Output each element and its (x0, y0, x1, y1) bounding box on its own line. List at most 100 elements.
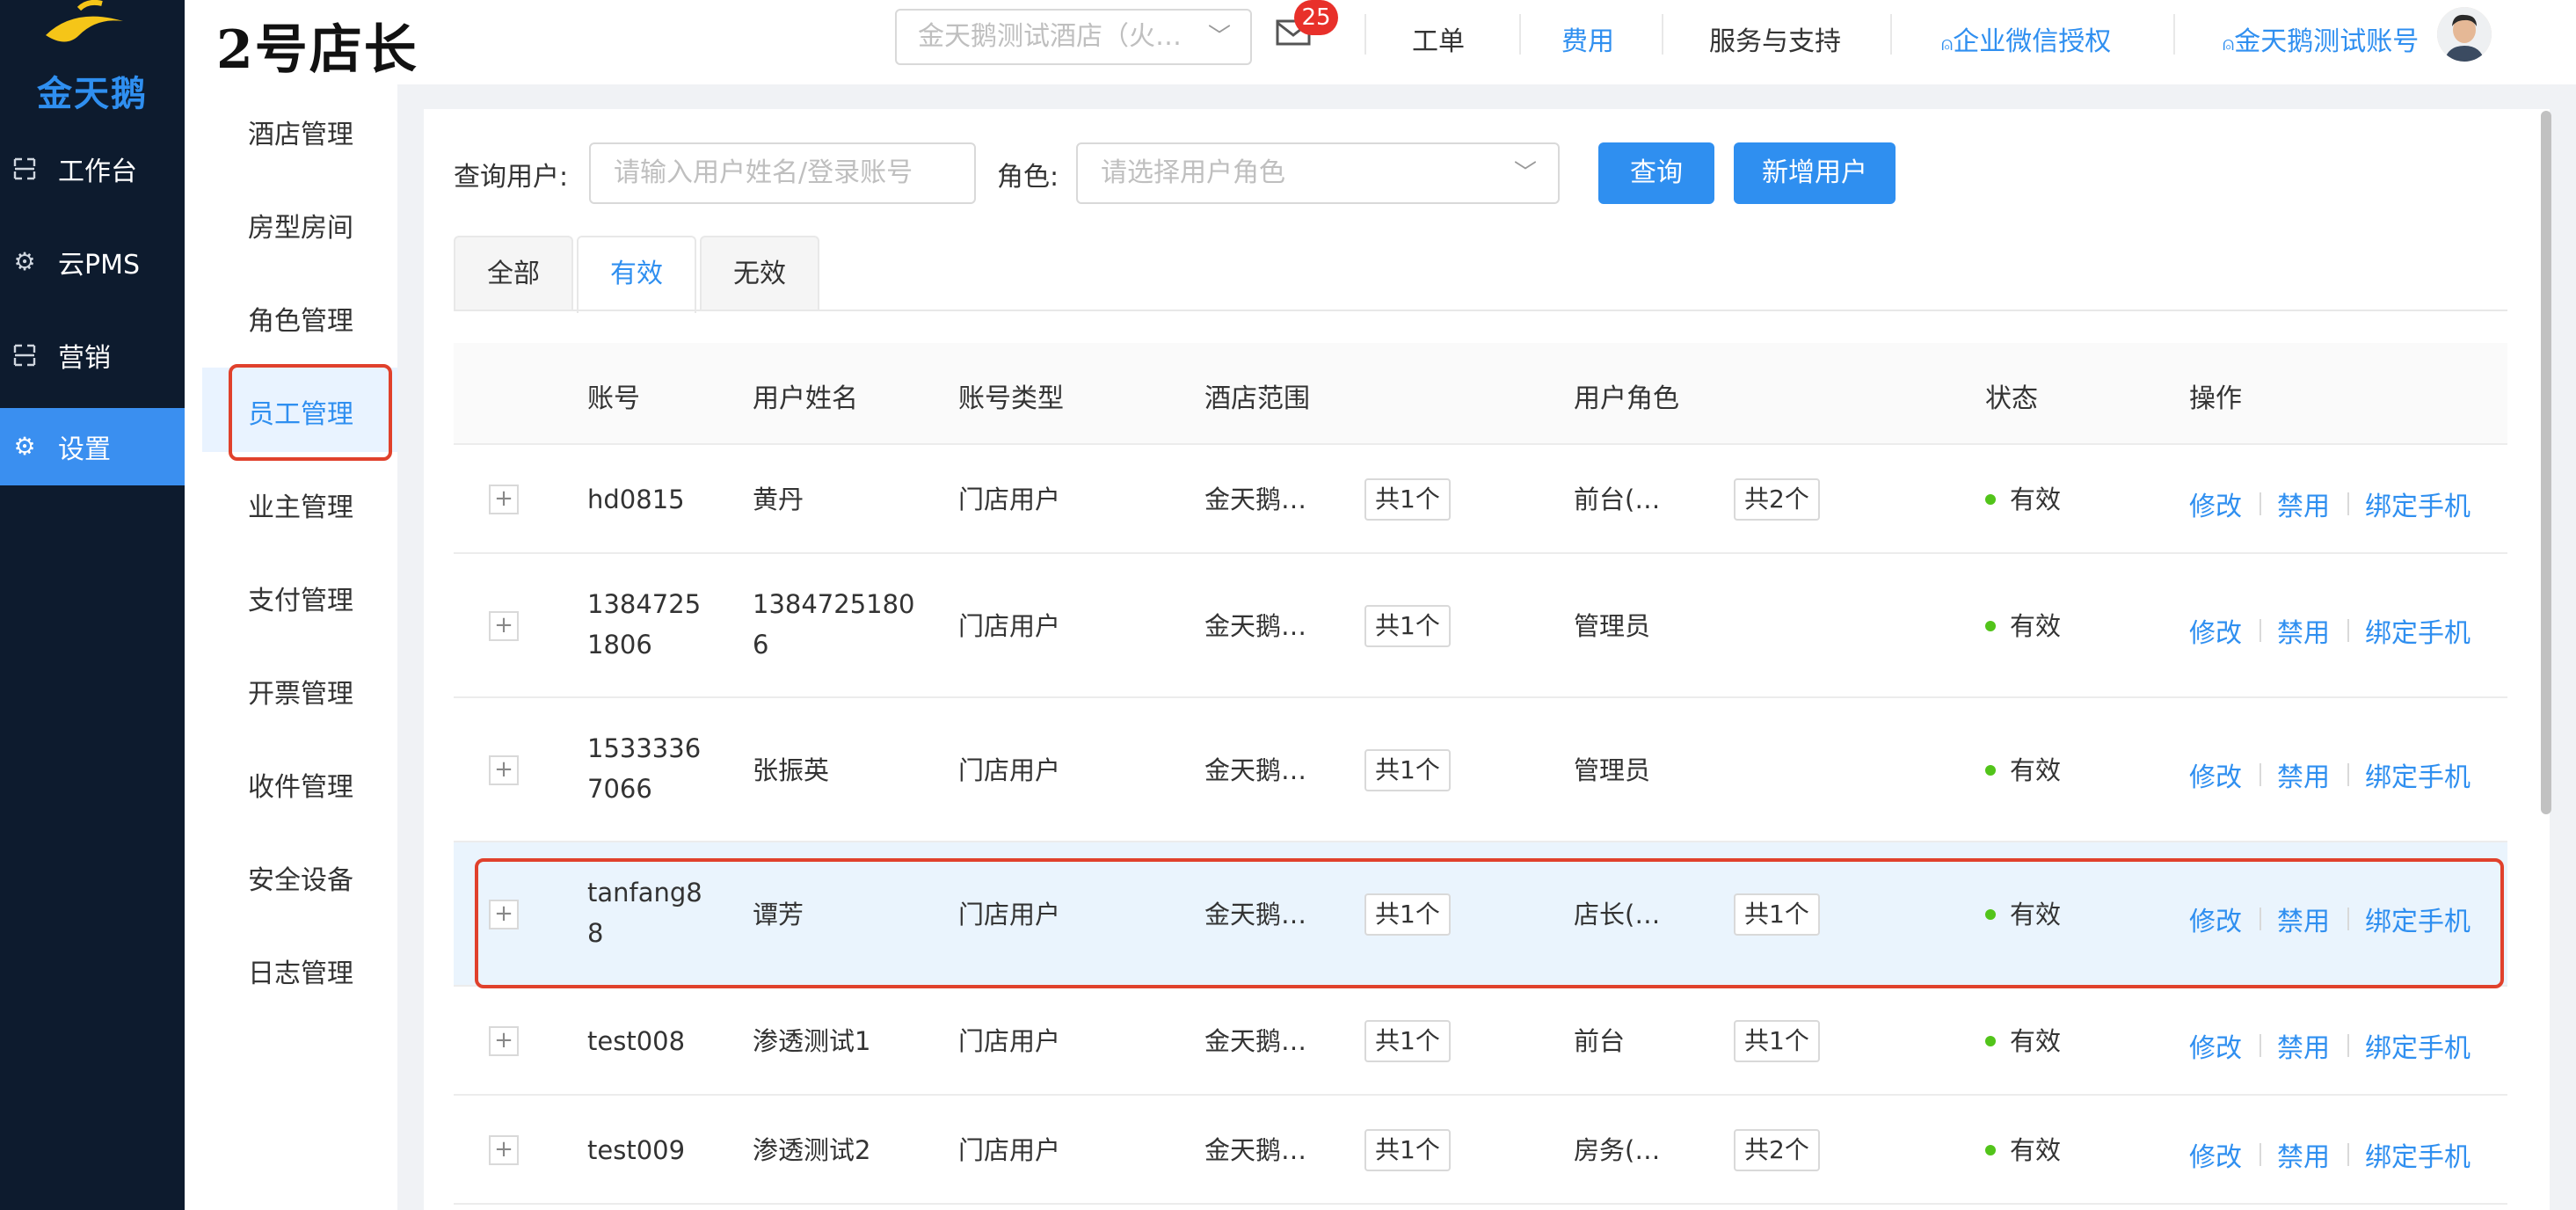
name-cell: 渗透测试2 (753, 1135, 871, 1165)
submenu-item-room-type[interactable]: 房型房间 (248, 206, 353, 244)
disable-link[interactable]: 禁用 (2277, 611, 2330, 650)
user-search-input[interactable]: 请输入用户姓名/登录账号 (589, 142, 976, 204)
add-user-button[interactable]: 新增用户 (1734, 142, 1896, 204)
status-dot (1985, 765, 1996, 776)
status-cell: 有效 (2010, 485, 2062, 514)
nav-label: 设置 (58, 434, 111, 465)
tab-divider (454, 310, 2507, 311)
hotel-cell: 金天鹅… (1204, 611, 1307, 641)
table-row: + 1384725 1806 1384725180 6 门店用户 金天鹅… 共1… (454, 554, 2507, 698)
status-dot (1985, 1145, 1996, 1155)
disable-link[interactable]: 禁用 (2277, 485, 2330, 523)
user-query-label: 查询用户: (454, 162, 569, 193)
hotel-count-tag[interactable]: 共1个 (1364, 605, 1451, 647)
disable-link[interactable]: 禁用 (2277, 755, 2330, 794)
tab-all[interactable]: 全部 (454, 236, 573, 311)
submenu-item-hotel[interactable]: 酒店管理 (248, 113, 353, 151)
expand-row-button[interactable]: + (489, 485, 519, 514)
expand-row-button[interactable]: + (489, 1026, 519, 1056)
edit-link[interactable]: 修改 (2189, 755, 2242, 794)
expand-row-button[interactable]: + (489, 755, 519, 785)
avatar[interactable] (2437, 7, 2492, 62)
header-link-fees[interactable]: 费用 (1561, 19, 1614, 58)
bind-phone-link[interactable]: 绑定手机 (2365, 1026, 2470, 1065)
header-divider (1364, 14, 1366, 55)
action-separator (2259, 492, 2261, 515)
expand-row-button[interactable]: + (489, 1135, 519, 1165)
header-link-wecom-auth[interactable]: ⍝企业微信授权 (1941, 19, 2111, 58)
nav-item-marketing[interactable]: 营销 (0, 317, 185, 394)
bind-phone-link[interactable]: 绑定手机 (2365, 611, 2470, 650)
user-icon: ⍝ (2223, 33, 2235, 55)
table-row: + test009 渗透测试2 门店用户 金天鹅… 共1个 房务(… 共2个 有… (454, 1096, 2507, 1205)
hotel-count-tag[interactable]: 共1个 (1364, 478, 1451, 521)
header-link-support[interactable]: 服务与支持 (1709, 19, 1841, 58)
role-count-tag[interactable]: 共2个 (1734, 1129, 1820, 1171)
account-cell: hd0815 (587, 485, 685, 514)
submenu-highlight-box (229, 364, 392, 461)
submenu-item-payment[interactable]: 支付管理 (248, 579, 353, 617)
role-select[interactable]: 请选择用户角色 ﹀ (1076, 142, 1560, 204)
hotel-count-tag[interactable]: 共1个 (1364, 1020, 1451, 1062)
mail-count-badge: 25 (1294, 0, 1338, 35)
edit-link[interactable]: 修改 (2189, 1026, 2242, 1065)
action-separator (2259, 1034, 2261, 1057)
tab-active[interactable]: 有效 (577, 236, 696, 313)
top-header: 2号店长 金天鹅测试酒店（火… ﹀ 25 工单 费用 服务与支持 ⍝企业微信授权… (185, 0, 2576, 84)
role-cell: 房务(… (1574, 1135, 1661, 1165)
submenu-item-mail[interactable]: 收件管理 (248, 765, 353, 804)
header-link-work-order[interactable]: 工单 (1412, 19, 1465, 58)
column-header: 账号类型 (958, 383, 1064, 414)
role-count-tag[interactable]: 共1个 (1734, 1020, 1820, 1062)
status-cell: 有效 (2010, 611, 2062, 641)
gear-icon: ⚙ (13, 247, 36, 276)
nav-item-cloud-pms[interactable]: ⚙ 云PMS (0, 223, 185, 301)
hotel-select[interactable]: 金天鹅测试酒店（火… ﹀ (895, 9, 1252, 65)
submenu-item-owner[interactable]: 业主管理 (248, 485, 353, 524)
account-cell-line2: 7066 (587, 774, 652, 804)
header-divider (2173, 14, 2175, 55)
role-count-tag[interactable]: 共2个 (1734, 478, 1820, 521)
status-dot (1985, 621, 1996, 631)
hotel-cell: 金天鹅… (1204, 1135, 1307, 1165)
column-header: 账号 (587, 383, 640, 414)
main-sidebar: 金天鹅 工作台 ⚙ 云PMS 营销 ⚙ 设置 (0, 0, 185, 1210)
bind-phone-link[interactable]: 绑定手机 (2365, 1135, 2470, 1174)
tab-inactive[interactable]: 无效 (700, 236, 819, 311)
disable-link[interactable]: 禁用 (2277, 1026, 2330, 1065)
submenu-item-security[interactable]: 安全设备 (248, 858, 353, 897)
bind-phone-link[interactable]: 绑定手机 (2365, 755, 2470, 794)
name-cell: 渗透测试1 (753, 1026, 871, 1056)
hotel-count-tag[interactable]: 共1个 (1364, 749, 1451, 791)
nav-item-workbench[interactable]: 工作台 (0, 130, 185, 208)
account-cell: 1384725 (587, 589, 702, 619)
submenu-item-log[interactable]: 日志管理 (248, 951, 353, 990)
submenu-item-invoice[interactable]: 开票管理 (248, 672, 353, 711)
query-button[interactable]: 查询 (1598, 142, 1714, 204)
status-cell: 有效 (2010, 1135, 2062, 1165)
action-separator (2347, 763, 2349, 786)
chevron-down-icon: ﹀ (1207, 24, 1231, 50)
nav-item-settings[interactable]: ⚙ 设置 (0, 408, 185, 485)
header-link-account[interactable]: ⍝金天鹅测试账号 (2223, 19, 2419, 58)
brand-title: 2号店长 (216, 19, 418, 81)
edit-link[interactable]: 修改 (2189, 1135, 2242, 1174)
header-divider (1890, 14, 1892, 55)
action-separator (2347, 1143, 2349, 1166)
bind-phone-link[interactable]: 绑定手机 (2365, 485, 2470, 523)
type-cell: 门店用户 (958, 485, 1061, 514)
expand-row-button[interactable]: + (489, 611, 519, 641)
edit-link[interactable]: 修改 (2189, 611, 2242, 650)
disable-link[interactable]: 禁用 (2277, 1135, 2330, 1174)
role-select-placeholder: 请选择用户角色 (1101, 157, 1285, 188)
column-header: 用户姓名 (753, 383, 858, 414)
edit-link[interactable]: 修改 (2189, 485, 2242, 523)
type-cell: 门店用户 (958, 1135, 1061, 1165)
account-cell-line2: 1806 (587, 630, 652, 660)
hotel-select-value: 金天鹅测试酒店（火… (918, 21, 1182, 52)
type-cell: 门店用户 (958, 1026, 1061, 1056)
type-cell: 门店用户 (958, 611, 1061, 641)
submenu-item-role[interactable]: 角色管理 (248, 299, 353, 338)
hotel-count-tag[interactable]: 共1个 (1364, 1129, 1451, 1171)
vertical-scrollbar[interactable] (2541, 111, 2551, 814)
